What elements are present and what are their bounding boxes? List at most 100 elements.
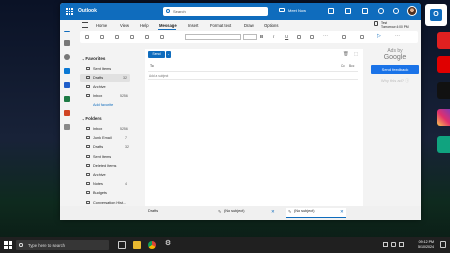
link-icon[interactable] xyxy=(360,35,364,39)
hamburger-icon[interactable] xyxy=(82,22,88,28)
add-favorite-link[interactable]: Add favorite xyxy=(93,103,113,107)
overflow-icon[interactable]: ⋯ xyxy=(395,33,400,39)
excel-app-icon[interactable] xyxy=(64,96,70,102)
teams-icon[interactable] xyxy=(328,8,334,14)
menu-format-text[interactable]: Format text xyxy=(210,23,231,28)
cc-button[interactable]: Cc xyxy=(341,64,345,68)
close-icon[interactable]: ✕ xyxy=(340,209,344,215)
settings-gear-icon[interactable]: ⚙ xyxy=(164,240,172,248)
calendar-icon[interactable] xyxy=(64,40,70,46)
menu-draw[interactable]: Draw xyxy=(244,23,254,28)
subject-input[interactable]: Add a subject xyxy=(149,74,168,78)
folder-item[interactable]: Notes 4 xyxy=(80,180,132,188)
send-feedback-button[interactable]: Send feedback xyxy=(371,65,419,74)
favorite-item[interactable]: Sent Items xyxy=(80,65,130,73)
volume-icon[interactable] xyxy=(399,242,404,247)
send-button[interactable]: Send xyxy=(148,51,165,58)
favorite-label: Drafts xyxy=(93,76,104,80)
tab-draft-1[interactable]: (No subject) xyxy=(224,209,244,213)
taskbar-search[interactable]: Type here to search xyxy=(16,240,109,250)
menu-options[interactable]: Options xyxy=(264,23,278,28)
paste-icon[interactable] xyxy=(160,35,164,39)
clock[interactable]: 09:12 PM 5/10/2024 xyxy=(418,240,434,249)
favorite-item[interactable]: Inbox 5256 xyxy=(80,92,130,100)
file-explorer-icon[interactable] xyxy=(133,241,141,249)
folder-label: Conversation Hist... xyxy=(93,200,127,205)
gear-icon[interactable] xyxy=(393,8,399,14)
meet-now-button[interactable]: Meet Now xyxy=(279,7,327,16)
editor-icon[interactable]: ▷ xyxy=(377,33,381,39)
folder-item[interactable]: Deleted Items xyxy=(80,162,132,170)
popout-icon[interactable]: ⬚ xyxy=(354,51,358,57)
word-icon[interactable] xyxy=(345,8,351,14)
menu-home[interactable]: Home xyxy=(96,23,107,28)
format-painter-icon[interactable] xyxy=(115,35,119,39)
network-icon[interactable] xyxy=(391,242,396,247)
delete-draft-icon[interactable]: 🗑 xyxy=(343,51,349,57)
menu-insert[interactable]: Insert xyxy=(188,23,198,28)
undo-icon[interactable] xyxy=(85,35,89,39)
bell-icon[interactable] xyxy=(378,8,384,14)
task-view-icon[interactable] xyxy=(118,241,126,249)
strikethrough-icon[interactable] xyxy=(297,35,301,39)
search-box[interactable]: Search xyxy=(163,7,268,16)
font-select[interactable] xyxy=(185,34,241,40)
word-app-icon[interactable] xyxy=(64,82,70,88)
tiktok-icon[interactable] xyxy=(437,82,450,99)
folder-item[interactable]: Sent Items xyxy=(80,153,132,161)
reminder[interactable]: Test Tomorrow 4:00 PM xyxy=(370,20,420,31)
outlook-notification[interactable]: O xyxy=(425,4,447,26)
powerpoint-app-icon[interactable] xyxy=(64,110,70,116)
ribbon-toolbar: B I U ⋯ ▷ ⋯ xyxy=(80,31,418,43)
windows-start-icon[interactable] xyxy=(4,241,12,249)
favorites-header-label: Favorites xyxy=(85,56,106,61)
highlight-icon[interactable] xyxy=(310,35,314,39)
chrome-icon[interactable] xyxy=(148,241,156,249)
menu-view[interactable]: View xyxy=(120,23,129,28)
folder-label: Inbox xyxy=(93,127,103,131)
folder-item[interactable]: Inbox 5256 xyxy=(80,125,132,133)
todo-icon[interactable] xyxy=(64,68,70,74)
pencil-icon: ✎ xyxy=(288,209,292,214)
send-options-chevron-icon[interactable]: ⌄ xyxy=(166,51,171,58)
clipboard-icon[interactable] xyxy=(100,35,104,39)
folders-header-label: Folders xyxy=(85,116,102,121)
feedback-icon[interactable] xyxy=(362,8,368,14)
people-icon[interactable] xyxy=(64,54,70,60)
bold-icon[interactable]: B xyxy=(260,34,264,39)
notifications-icon[interactable] xyxy=(440,241,446,248)
tab-draft-2[interactable]: (No subject) xyxy=(294,209,314,213)
folder-item[interactable]: Drafts 32 xyxy=(80,143,132,151)
chatgpt-icon[interactable] xyxy=(437,136,450,153)
attach-icon[interactable] xyxy=(342,35,346,39)
avatar[interactable] xyxy=(407,6,417,16)
folder-item[interactable]: Junk Email 7 xyxy=(80,134,132,142)
more-apps-icon[interactable] xyxy=(64,124,70,130)
bcc-button[interactable]: Bcc xyxy=(349,64,354,68)
favorites-header[interactable]: ⌄ Favorites xyxy=(82,56,105,61)
junk-icon xyxy=(86,136,90,140)
app-launcher-icon[interactable] xyxy=(66,8,73,15)
tab-drafts[interactable]: Drafts xyxy=(148,209,158,213)
favorite-item[interactable]: Archive xyxy=(80,83,130,91)
folder-item[interactable]: Budgets xyxy=(80,189,132,197)
why-this-ad-link[interactable]: Why this ad? ⓘ xyxy=(371,78,419,84)
copy-icon[interactable] xyxy=(145,35,149,39)
to-field[interactable]: To Cc Bcc xyxy=(148,62,358,70)
italic-icon[interactable]: I xyxy=(273,34,277,39)
menu-message[interactable]: Message xyxy=(159,23,177,28)
message-body[interactable] xyxy=(148,83,358,208)
tray-up-icon[interactable] xyxy=(383,242,388,247)
app-icon-red[interactable] xyxy=(437,32,450,49)
folders-header[interactable]: ⌄ Folders xyxy=(82,116,102,121)
folder-item[interactable]: Archive xyxy=(80,171,132,179)
close-icon[interactable]: ✕ xyxy=(271,209,275,215)
underline-icon[interactable]: U xyxy=(285,34,289,39)
menu-help[interactable]: Help xyxy=(140,23,149,28)
font-size-select[interactable] xyxy=(243,34,257,40)
cut-icon[interactable] xyxy=(130,35,134,39)
favorite-item-drafts[interactable]: Drafts 32 xyxy=(80,74,130,82)
more-format-icon[interactable]: ⋯ xyxy=(323,33,328,39)
instagram-icon[interactable] xyxy=(437,109,450,126)
youtube-icon[interactable] xyxy=(437,56,450,73)
